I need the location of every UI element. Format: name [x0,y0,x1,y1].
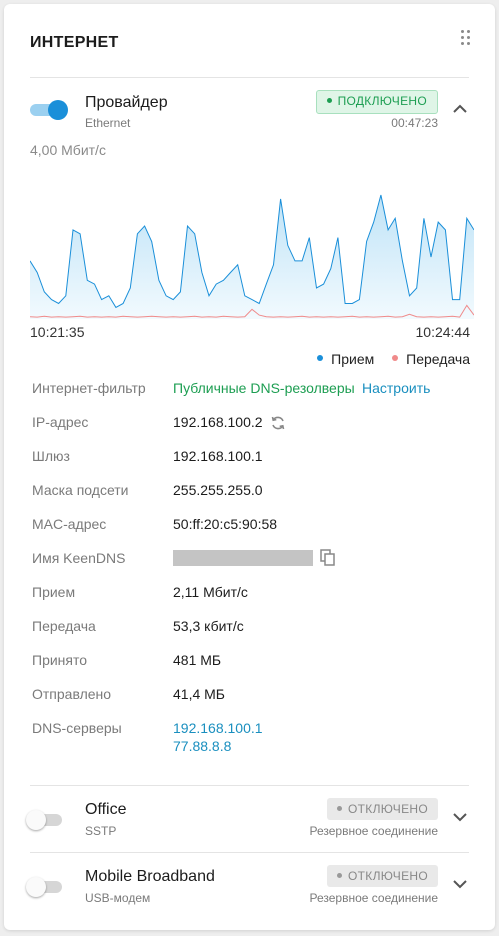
office-name: Office [85,801,127,818]
provider-type: Ethernet [85,116,131,130]
rx-value: 2,11 Мбит/с [173,584,248,600]
rx-legend-label: Прием [331,351,375,367]
chevron-up-icon[interactable] [451,100,469,118]
refresh-icon[interactable] [270,415,286,431]
mobile-toggle[interactable] [26,877,64,897]
filter-label: Интернет-фильтр [32,380,146,396]
ip-value: 192.168.100.2 [173,414,263,430]
status-dot-icon [337,806,343,812]
card-title: ИНТЕРНЕТ [30,34,119,51]
status-dot-icon [326,98,332,104]
internet-card: ИНТЕРНЕТ Провайдер Ethernet ПОДКЛЮЧЕНО 0… [4,4,495,930]
tx-label: Передача [32,618,96,634]
gateway-value: 192.168.100.1 [173,448,263,464]
provider-toggle[interactable] [30,100,68,120]
mobile-type: USB-модем [85,891,151,905]
divider [30,852,469,853]
mobile-role: Резервное соединение [309,891,438,905]
chart-legend: Прием Передача [317,351,470,367]
drag-handle-icon[interactable] [461,30,473,48]
x-start-label: 10:21:35 [30,324,85,340]
dns-label: DNS-серверы [32,720,122,736]
filter-value: Публичные DNS-резолверы [173,380,355,396]
status-dot-icon [337,873,343,879]
divider [30,77,469,78]
rx-area [30,195,474,319]
gateway-label: Шлюз [32,448,70,464]
traffic-chart [30,194,474,319]
keendns-label: Имя KeenDNS [32,550,126,566]
office-role: Резервное соединение [309,824,438,838]
sent-value: 41,4 МБ [173,686,225,702]
uptime: 00:47:23 [391,116,438,130]
dns-server-1[interactable]: 192.168.100.1 [173,720,263,736]
chevron-down-icon[interactable] [451,875,469,893]
tx-legend-dot [392,355,399,362]
chart-max-label: 4,00 Мбит/с [30,142,106,158]
tx-legend-label: Передача [406,351,470,367]
x-end-label: 10:24:44 [415,324,471,340]
dns-server-2[interactable]: 77.88.8.8 [173,738,231,754]
office-status-text: ОТКЛЮЧЕНО [348,802,428,816]
tx-value: 53,3 кбит/с [173,618,244,634]
office-status-badge: ОТКЛЮЧЕНО [327,798,438,820]
keendns-masked-value [173,550,313,566]
rx-label: Прием [32,584,76,600]
mobile-name: Mobile Broadband [85,868,215,885]
rx-legend-dot [317,355,324,362]
office-toggle[interactable] [26,810,64,830]
received-label: Принято [32,652,88,668]
sent-label: Отправлено [32,686,112,702]
mac-value: 50:ff:20:c5:90:58 [173,516,278,532]
received-value: 481 МБ [173,652,222,668]
mac-label: MAC-адрес [32,516,107,532]
copy-icon[interactable] [320,549,336,567]
chevron-down-icon[interactable] [451,808,469,826]
ip-label: IP-адрес [32,414,89,430]
status-badge: ПОДКЛЮЧЕНО [315,90,438,114]
mobile-status-badge: ОТКЛЮЧЕНО [327,865,438,887]
divider [30,785,469,786]
mask-label: Маска подсети [32,482,129,498]
mobile-status-text: ОТКЛЮЧЕНО [348,869,428,883]
filter-configure-link[interactable]: Настроить [362,380,430,396]
status-text: ПОДКЛЮЧЕНО [337,94,427,108]
office-type: SSTP [85,824,117,838]
provider-name: Провайдер [85,94,168,111]
mask-value: 255.255.255.0 [173,482,263,498]
